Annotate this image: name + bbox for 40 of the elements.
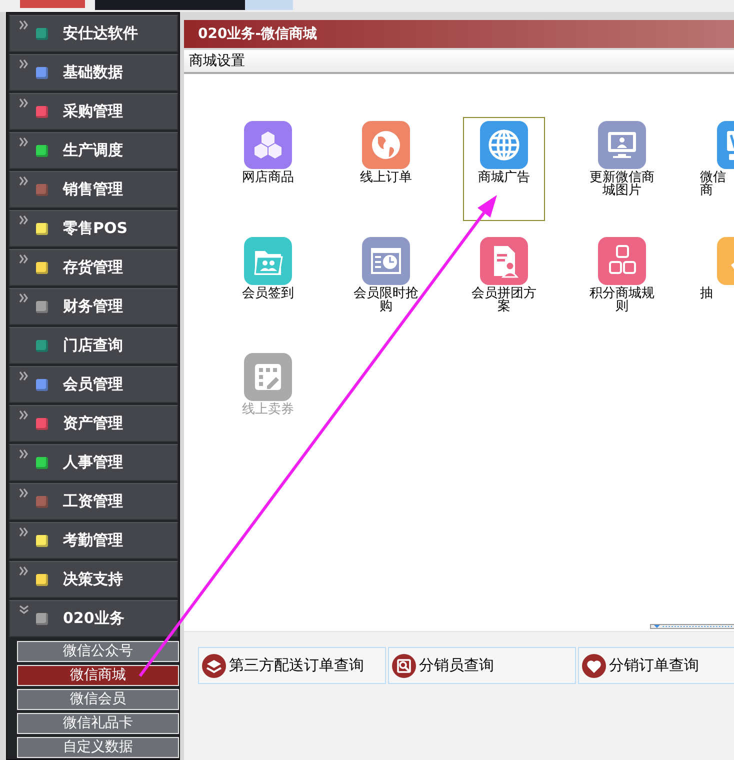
menu-item[interactable]: 采购管理 [9, 93, 178, 130]
submenu-item[interactable]: 微信商城 [17, 665, 179, 686]
toolbar-label: 商城设置 [189, 52, 245, 70]
submenu-item[interactable]: 自定义数据 [17, 737, 179, 758]
tab-fragment [20, 0, 85, 8]
shortcut-tile[interactable]: 会员签到 [227, 233, 309, 337]
menu-item[interactable]: 存货管理 [9, 249, 178, 286]
menu-item[interactable]: 生产调度 [9, 132, 178, 169]
shortcut-tile[interactable]: 更新微信商 城图片 [581, 117, 663, 221]
shortcut-tile[interactable]: 抽 [699, 233, 734, 337]
menu-item[interactable]: 资产管理 [9, 405, 178, 442]
shortcut-tile[interactable]: 微信 商 [699, 117, 734, 221]
menu-item[interactable]: 会员管理 [9, 366, 178, 403]
shortcut-tile[interactable]: 线上订单 [345, 117, 427, 221]
shortcut-tile[interactable]: 网店商品 [227, 117, 309, 221]
panel-title: 020业务-微信商城 [198, 25, 318, 43]
menu-item[interactable]: 门店查询 [9, 327, 178, 364]
submenu-item[interactable]: 微信会员 [17, 689, 179, 710]
menu-item[interactable]: 决策支持 [9, 561, 178, 598]
menu-item[interactable]: 安仕达软件 [9, 15, 178, 52]
scroll-bar[interactable] [650, 624, 734, 629]
menu-item[interactable]: 基础数据 [9, 54, 178, 91]
shortcut-tile[interactable]: 商城广告 [463, 117, 545, 221]
search-icon [392, 654, 416, 678]
submenu-item[interactable]: 微信礼品卡 [17, 713, 179, 734]
menu-item[interactable]: 考勤管理 [9, 522, 178, 559]
shortcut-tile[interactable]: 积分商城规 则 [581, 233, 663, 337]
shortcut-tile[interactable]: 会员限时抢 购 [345, 233, 427, 337]
menu-item[interactable]: 020业务 [9, 600, 178, 637]
submenu-item[interactable]: 微信公众号 [17, 641, 179, 662]
menu-item[interactable]: 零售POS [9, 210, 178, 247]
layers-icon [202, 654, 226, 678]
menu-item[interactable]: 人事管理 [9, 444, 178, 481]
menu-item[interactable]: 工资管理 [9, 483, 178, 520]
query-button[interactable]: 第三方配送订单查询 [198, 647, 386, 684]
menu-item[interactable]: 财务管理 [9, 288, 178, 325]
query-button[interactable]: 分销订单查询 [578, 647, 734, 684]
query-button[interactable]: 分销员查询 [388, 647, 576, 684]
shortcut-tile[interactable]: 会员拼团方 案 [463, 233, 545, 337]
menu-item[interactable]: 销售管理 [9, 171, 178, 208]
